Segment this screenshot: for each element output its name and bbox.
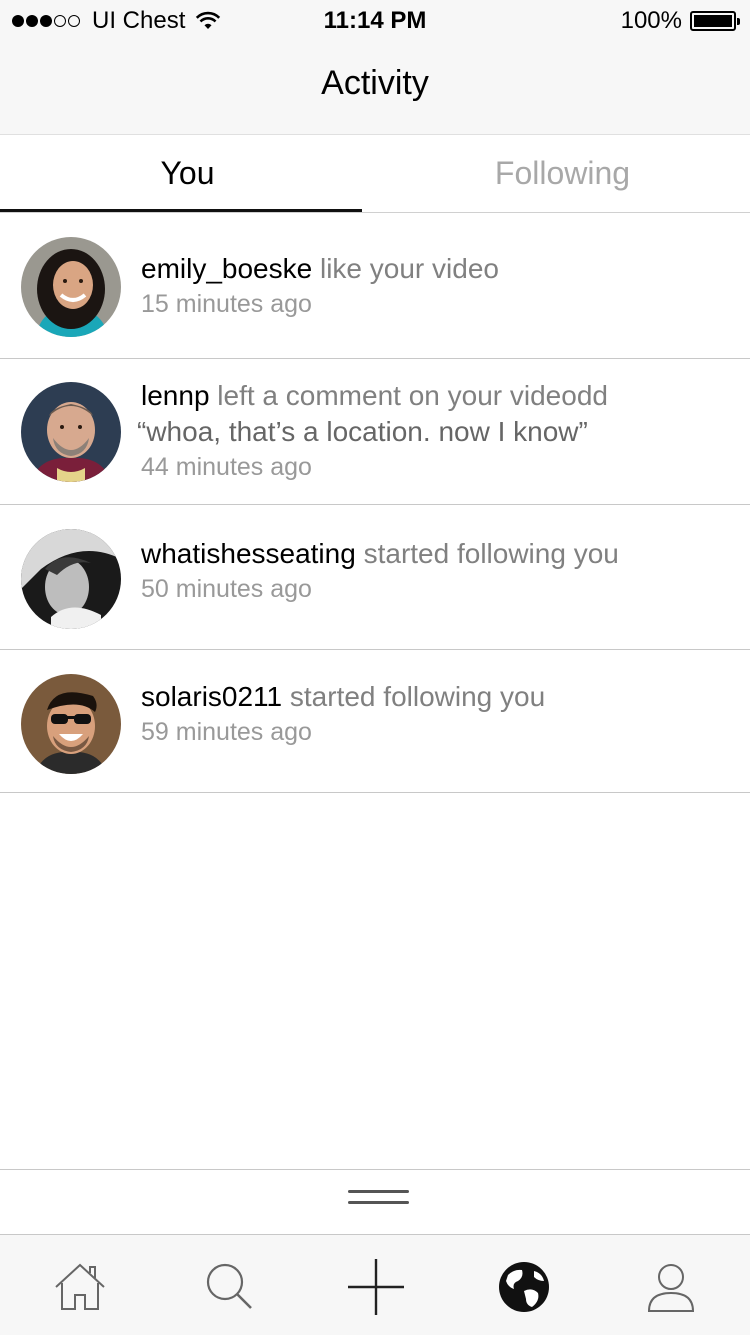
activity-tabs: You Following <box>0 135 750 213</box>
activity-text: whatishesseating started following you 5… <box>141 536 740 606</box>
activity-action: like your video <box>319 253 499 284</box>
activity-username[interactable]: solaris0211 <box>141 681 282 712</box>
tabbar-profile[interactable] <box>641 1257 701 1317</box>
activity-list: emily_boeske like your video 15 minutes … <box>0 213 750 793</box>
globe-icon <box>499 1262 549 1312</box>
active-tab-indicator <box>0 209 362 212</box>
activity-time: 50 minutes ago <box>141 575 312 603</box>
activity-text: solaris0211 started following you 59 min… <box>141 679 740 749</box>
status-right: 100% <box>620 7 740 35</box>
activity-username[interactable]: emily_boeske <box>141 253 312 284</box>
activity-time: 44 minutes ago <box>141 453 312 481</box>
tab-you[interactable]: You <box>13 135 362 212</box>
activity-item[interactable]: whatishesseating started following you 5… <box>0 505 750 650</box>
avatar[interactable] <box>21 529 121 629</box>
activity-item[interactable]: solaris0211 started following you 59 min… <box>0 650 750 793</box>
bottom-tab-bar <box>0 1234 750 1335</box>
tabbar-explore[interactable] <box>494 1257 554 1317</box>
activity-item[interactable]: lennp left a comment on your videodd “wh… <box>0 359 750 505</box>
avatar[interactable] <box>21 237 121 337</box>
activity-comment: “whoa, that’s a location. now I know” <box>137 416 588 447</box>
activity-text: lennp left a comment on your videodd “wh… <box>137 378 740 484</box>
activity-action: started following you <box>289 681 546 712</box>
drawer-handle-bar <box>0 1169 750 1234</box>
activity-username[interactable]: whatishesseating <box>141 538 356 569</box>
home-icon <box>55 1263 105 1310</box>
search-icon <box>206 1263 252 1309</box>
navigation-bar: Activity <box>0 40 750 135</box>
avatar[interactable] <box>21 674 121 774</box>
activity-time: 15 minutes ago <box>141 290 312 318</box>
activity-action: started following you <box>363 538 619 569</box>
page-title: Activity <box>321 64 429 102</box>
activity-text: emily_boeske like your video 15 minutes … <box>141 251 740 321</box>
tabbar-search[interactable] <box>198 1257 258 1317</box>
activity-action: left a comment on your videodd <box>217 380 608 411</box>
tab-following[interactable]: Following <box>375 135 750 212</box>
activity-item[interactable]: emily_boeske like your video 15 minutes … <box>0 213 750 359</box>
profile-icon <box>647 1264 695 1312</box>
avatar[interactable] <box>21 382 121 482</box>
plus-icon <box>348 1259 404 1315</box>
activity-time: 59 minutes ago <box>141 718 312 746</box>
activity-username[interactable]: lennp <box>141 380 210 411</box>
battery-percent: 100% <box>620 7 682 34</box>
status-bar: UI Chest 11:14 PM 100% <box>0 0 750 40</box>
tabbar-home[interactable] <box>50 1257 110 1317</box>
tabbar-add[interactable] <box>346 1257 406 1317</box>
menu-handle-icon[interactable] <box>348 1190 409 1216</box>
battery-icon <box>690 11 740 31</box>
